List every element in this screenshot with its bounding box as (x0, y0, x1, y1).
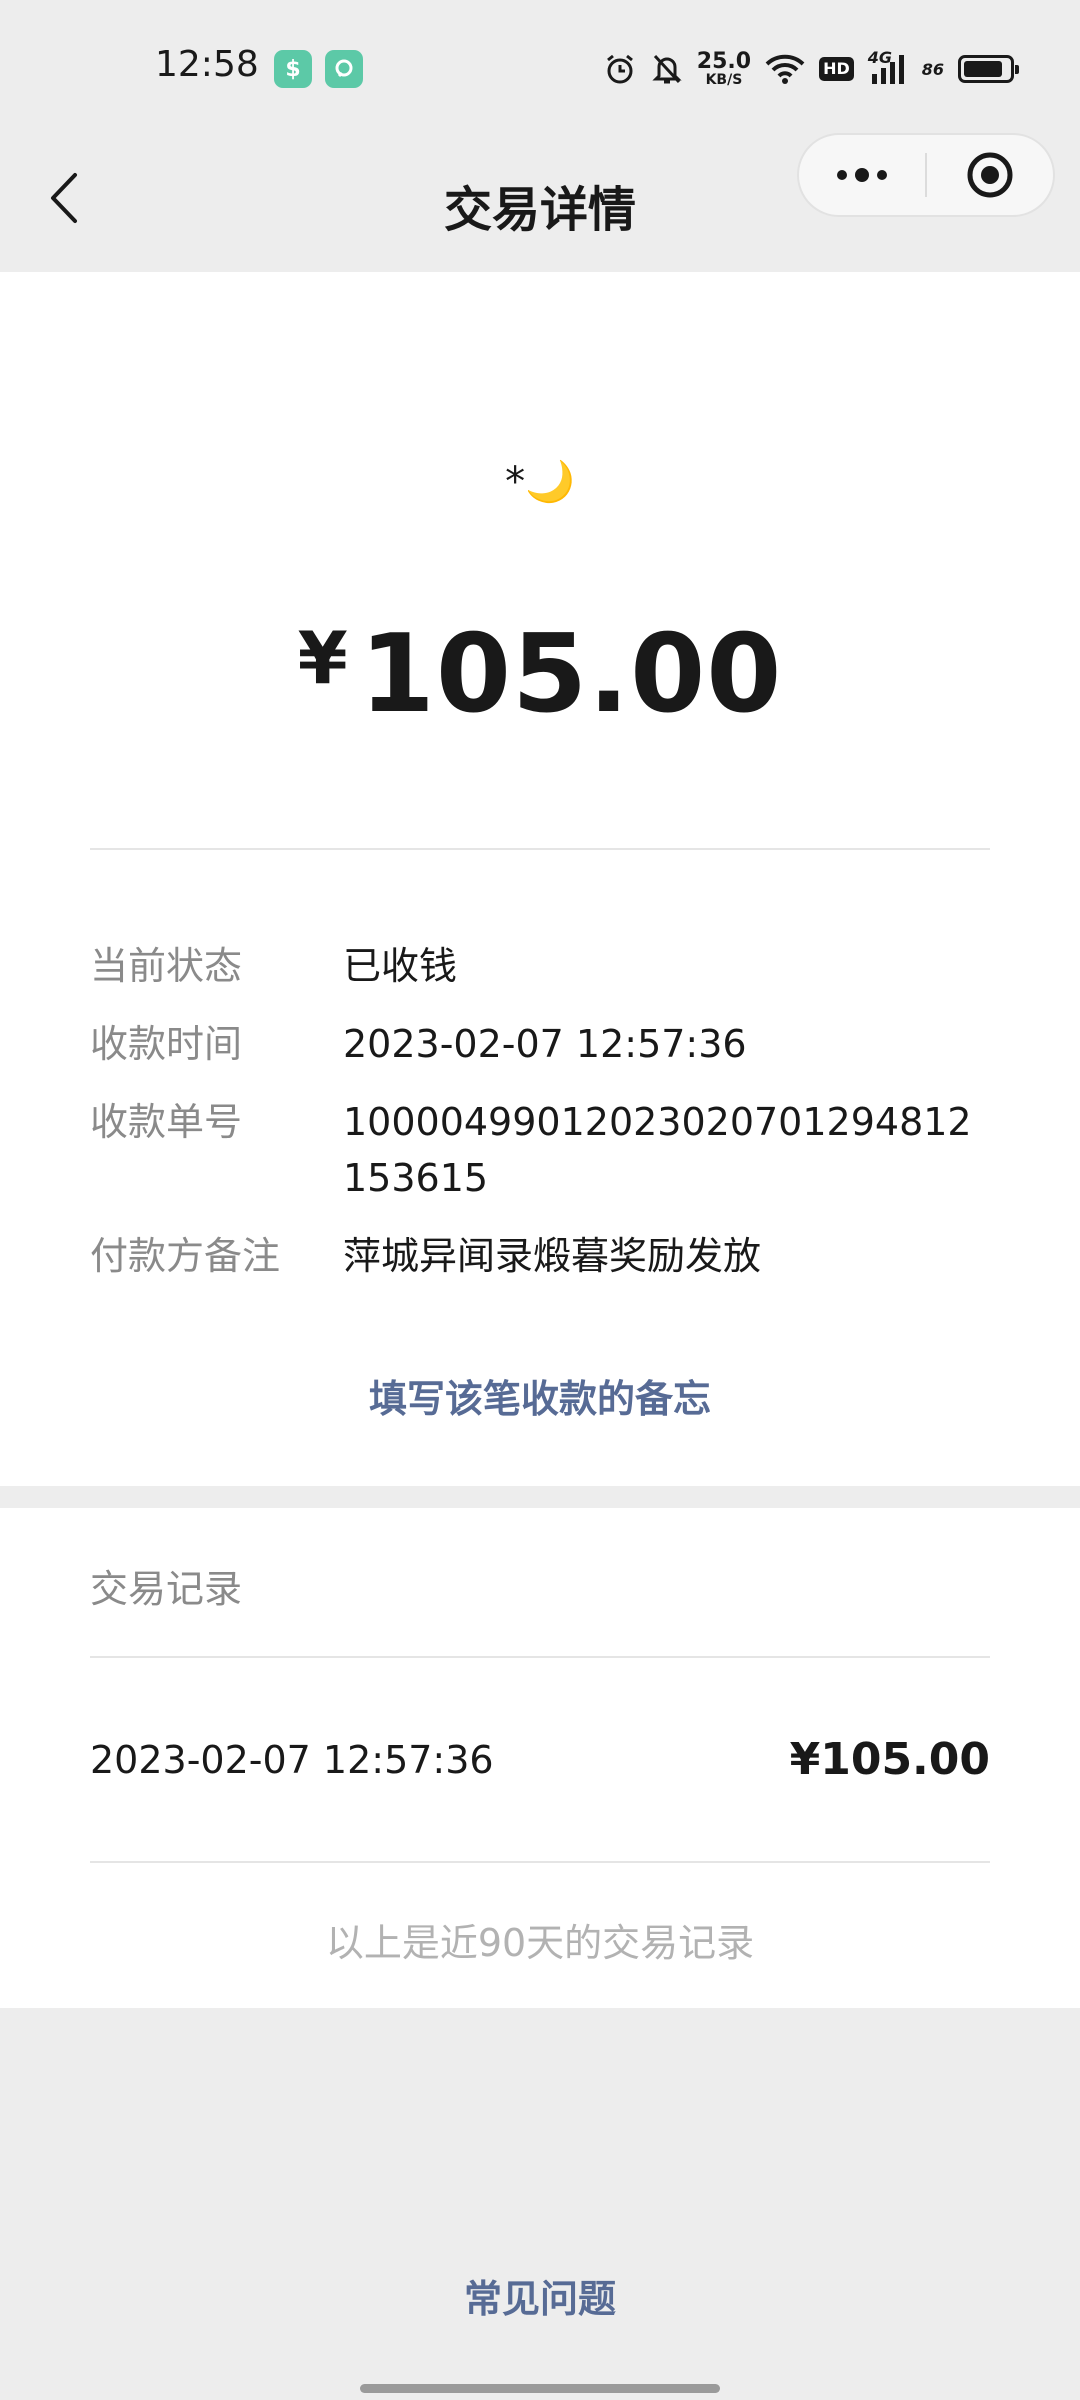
battery-fill (964, 61, 1002, 77)
hd-badge: HD (819, 57, 854, 81)
signal-label: 4G (867, 48, 892, 67)
wifi-icon (765, 53, 805, 85)
home-indicator[interactable] (360, 2384, 720, 2393)
detail-value: 萍城异闻录煅暮奖励发放 (343, 1234, 762, 1278)
currency-symbol: ¥ (297, 616, 348, 700)
detail-row-status: 当前状态 已收钱 (90, 938, 990, 994)
detail-value: 10000499012023020701294812153615 (343, 1100, 972, 1200)
record-amount: ¥105.00 (789, 1734, 990, 1785)
battery-percent: 86 (921, 59, 944, 79)
detail-value: 2023-02-07 12:57:36 (343, 1022, 747, 1066)
network-speed: 25.0 KB/S (696, 49, 752, 88)
record-date: 2023-02-07 12:57:36 (90, 1738, 494, 1782)
net-speed-value: 25.0 (696, 49, 752, 74)
payer-name: *🌙 (505, 459, 575, 505)
net-speed-unit: KB/S (705, 72, 743, 88)
add-memo-link[interactable]: 填写该笔收款的备忘 (0, 1368, 1080, 1423)
nav-bar: 交易详情 (0, 120, 1080, 272)
amount-display: ¥105.00 (0, 612, 1080, 737)
mini-program-capsule (797, 133, 1055, 217)
more-dots-icon (837, 168, 887, 182)
divider (90, 848, 990, 850)
faq-link[interactable]: 常见问题 (0, 2268, 1080, 2323)
target-close-icon (967, 152, 1013, 198)
more-button[interactable] (799, 135, 925, 215)
transaction-card: *🌙 ¥105.00 当前状态 已收钱 收款时间 2023-02-07 12:5… (0, 272, 1080, 1486)
transaction-details: 当前状态 已收钱 收款时间 2023-02-07 12:57:36 收款单号 1… (90, 938, 990, 1306)
signal-icon: 4G (868, 48, 908, 86)
status-bar: 12:58 $ 25.0 KB/S HD 4G 86 (0, 0, 1080, 120)
divider (90, 1861, 990, 1863)
mute-icon (651, 52, 683, 86)
alarm-icon (603, 52, 637, 86)
detail-row-payer-note: 付款方备注 萍城异闻录煅暮奖励发放 (90, 1228, 990, 1284)
records-title: 交易记录 (90, 1567, 243, 1611)
divider (90, 1656, 990, 1658)
detail-label: 收款时间 (90, 1022, 243, 1066)
amount-value: 105.00 (359, 612, 783, 737)
status-icons: 25.0 KB/S HD 4G 86 (603, 48, 1019, 90)
detail-label: 当前状态 (90, 944, 243, 988)
detail-label: 收款单号 (90, 1100, 243, 1144)
detail-row-order-number: 收款单号 10000499012023020701294812153615 (90, 1094, 990, 1206)
status-time: 12:58 (155, 44, 259, 85)
detail-row-time: 收款时间 2023-02-07 12:57:36 (90, 1016, 990, 1072)
records-note: 以上是近90天的交易记录 (325, 1921, 755, 1965)
detail-value: 已收钱 (343, 944, 458, 988)
app-notification-icon: $ (274, 50, 312, 88)
battery-icon (958, 55, 1019, 83)
chat-notification-icon (325, 50, 363, 88)
detail-label: 付款方备注 (90, 1234, 281, 1278)
close-button[interactable] (927, 135, 1053, 215)
records-card: 交易记录 2023-02-07 12:57:36 ¥105.00 以上是近90天… (0, 1508, 1080, 2008)
